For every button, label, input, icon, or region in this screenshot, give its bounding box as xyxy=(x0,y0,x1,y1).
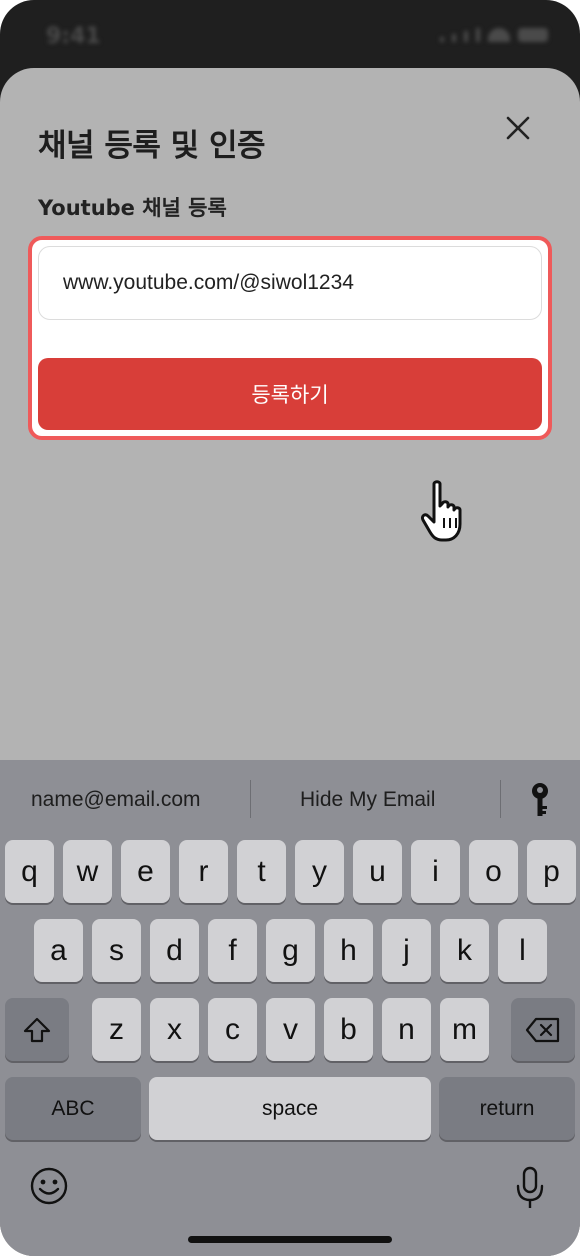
key-n[interactable]: n xyxy=(382,998,431,1061)
suggestion-divider xyxy=(500,780,501,818)
status-icons xyxy=(440,28,548,42)
home-indicator xyxy=(188,1236,392,1243)
pointer-hand-icon xyxy=(421,480,462,542)
key-c[interactable]: c xyxy=(208,998,257,1061)
key-s[interactable]: s xyxy=(92,919,141,982)
key-k[interactable]: k xyxy=(440,919,489,982)
section-label: Youtube 채널 등록 xyxy=(38,196,227,220)
delete-key[interactable] xyxy=(511,998,575,1061)
key-r[interactable]: r xyxy=(179,840,228,903)
suggestion-hide-my-email[interactable]: Hide My Email xyxy=(300,788,435,812)
suggestion-email[interactable]: name@email.com xyxy=(31,788,201,812)
key-d[interactable]: d xyxy=(150,919,199,982)
key-z[interactable]: z xyxy=(92,998,141,1061)
key-p[interactable]: p xyxy=(527,840,576,903)
shift-icon xyxy=(23,1017,51,1042)
suggestion-divider xyxy=(250,780,251,818)
channel-url-input[interactable]: www.youtube.com/@siwol1234 xyxy=(38,246,542,320)
key-x[interactable]: x xyxy=(150,998,199,1061)
key-v[interactable]: v xyxy=(266,998,315,1061)
status-time: 9:41 xyxy=(46,24,101,49)
key-y[interactable]: y xyxy=(295,840,344,903)
key-u[interactable]: u xyxy=(353,840,402,903)
key-w[interactable]: w xyxy=(63,840,112,903)
wifi-icon xyxy=(488,28,510,42)
space-key[interactable]: space xyxy=(149,1077,431,1140)
mic-icon[interactable] xyxy=(514,1166,546,1210)
key-icon[interactable] xyxy=(528,782,552,818)
key-f[interactable]: f xyxy=(208,919,257,982)
suggestion-bar: name@email.com Hide My Email xyxy=(0,760,580,838)
register-button[interactable]: 등록하기 xyxy=(38,358,542,430)
key-j[interactable]: j xyxy=(382,919,431,982)
phone-frame: 9:41 채널 등록 및 인증 Youtube 채널 등록 www.youtub… xyxy=(0,0,580,1256)
battery-icon xyxy=(518,28,548,42)
signal-icon xyxy=(440,37,444,42)
status-bar: 9:41 xyxy=(0,0,580,70)
emoji-icon[interactable] xyxy=(29,1166,69,1206)
signal-icon xyxy=(476,28,480,42)
key-g[interactable]: g xyxy=(266,919,315,982)
register-button-label: 등록하기 xyxy=(251,383,329,407)
close-button[interactable] xyxy=(500,110,536,146)
close-icon xyxy=(506,116,530,140)
key-q[interactable]: q xyxy=(5,840,54,903)
key-o[interactable]: o xyxy=(469,840,518,903)
key-i[interactable]: i xyxy=(411,840,460,903)
key-h[interactable]: h xyxy=(324,919,373,982)
channel-url-value: www.youtube.com/@siwol1234 xyxy=(63,271,354,294)
key-a[interactable]: a xyxy=(34,919,83,982)
sheet-title: 채널 등록 및 인증 xyxy=(38,128,266,164)
key-t[interactable]: t xyxy=(237,840,286,903)
key-e[interactable]: e xyxy=(121,840,170,903)
keyboard: name@email.com Hide My Email q w e r t y… xyxy=(0,760,580,1256)
signal-icon xyxy=(452,34,456,42)
key-l[interactable]: l xyxy=(498,919,547,982)
key-m[interactable]: m xyxy=(440,998,489,1061)
delete-icon xyxy=(525,1017,560,1042)
return-key[interactable]: return xyxy=(439,1077,575,1140)
key-b[interactable]: b xyxy=(324,998,373,1061)
shift-key[interactable] xyxy=(5,998,69,1061)
signal-icon xyxy=(464,31,468,42)
abc-key[interactable]: ABC xyxy=(5,1077,141,1140)
